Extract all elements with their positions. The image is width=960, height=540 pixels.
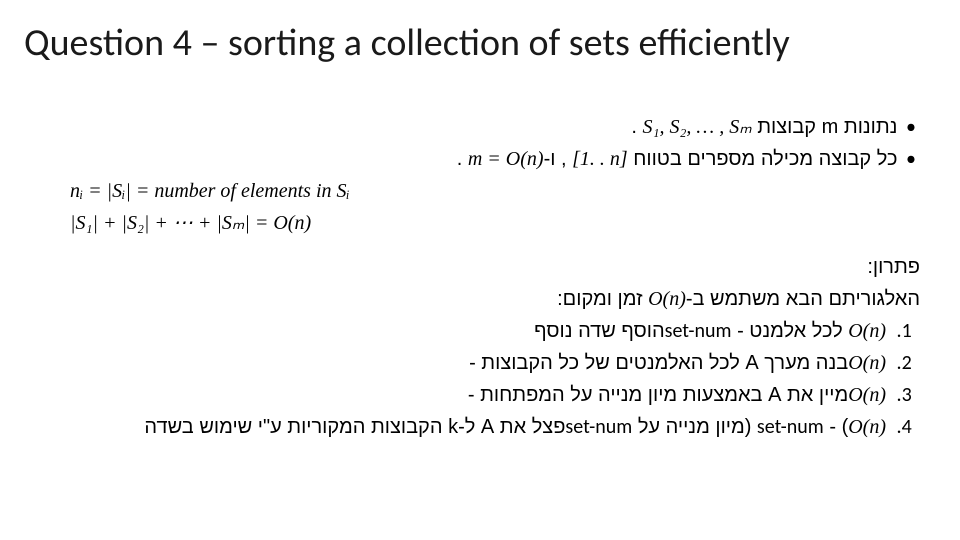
math: O(n) [848, 416, 886, 438]
step-1: הוסף שדה נוסף set-num לכל אלמנט - O(n) [40, 316, 892, 346]
bullet-icon: • [902, 112, 920, 142]
text: בנה מערך A לכל האלמנטים של כל הקבוצות - [464, 352, 849, 374]
math: m = O(n) [468, 148, 544, 170]
text: מיין את A באמצעות מיון מנייה על המפתחות … [462, 384, 848, 406]
text: הוסף שדה נוסף [529, 320, 665, 342]
bullet-icon: • [902, 144, 920, 174]
text: האלגוריתם הבא משתמש ב- [686, 288, 920, 310]
text: כל קבוצה מכילה מספרים בטווח [628, 148, 898, 170]
slide-title: Question 4 – sorting a collection of set… [24, 20, 936, 66]
text: (מיון מנייה על [632, 416, 757, 438]
text: . [631, 116, 642, 138]
intro-line-2: כל קבוצה מכילה מספרים בטווח [1. . n] , ו… [40, 144, 920, 174]
text: פצל את A ל-k הקבוצות המקוריות ע"י שימוש … [139, 416, 566, 438]
math: O(n) [848, 352, 886, 374]
math: O(n) [648, 288, 686, 310]
math-line-2: |S₁| + |S₂| + ⋯ + |Sₘ| = O(n) [40, 208, 920, 238]
text: . [457, 148, 468, 170]
text: לכל אלמנט - [732, 320, 849, 342]
math: O(n) [848, 320, 886, 342]
solution-label: פתרון: [40, 252, 920, 282]
text: נתונות m קבוצות [752, 116, 898, 138]
intro-line-1: נתונות m קבוצות S₁, S₂, … , Sₘ . • [40, 112, 920, 142]
text: זמן ומקום: [557, 288, 648, 310]
slide: Question 4 – sorting a collection of set… [0, 0, 960, 540]
step-3: מיין את A באמצעות מיון מנייה על המפתחות … [40, 380, 892, 410]
step-4: פצל את A ל-k הקבוצות המקוריות ע"י שימוש … [40, 412, 892, 442]
step-2: בנה מערך A לכל האלמנטים של כל הקבוצות - … [40, 348, 892, 378]
text: , ו- [544, 148, 573, 170]
math-line-1: nᵢ = |Sᵢ| = number of elements in Sᵢ [40, 176, 920, 206]
solution-intro: האלגוריתם הבא משתמש ב-O(n) זמן ומקום: [40, 284, 920, 314]
text: ) - [824, 416, 848, 438]
solution-steps: הוסף שדה נוסף set-num לכל אלמנט - O(n) ב… [40, 316, 920, 442]
math: [1. . n] [572, 148, 628, 170]
text: set-num [757, 415, 824, 439]
math: S₁, S₂, … , Sₘ [643, 116, 752, 138]
slide-content: נתונות m קבוצות S₁, S₂, … , Sₘ . • כל קב… [40, 110, 920, 444]
math: O(n) [848, 384, 886, 406]
text: set-num [565, 415, 632, 439]
text: פתרון: [867, 256, 920, 278]
text: set-num [665, 319, 732, 343]
